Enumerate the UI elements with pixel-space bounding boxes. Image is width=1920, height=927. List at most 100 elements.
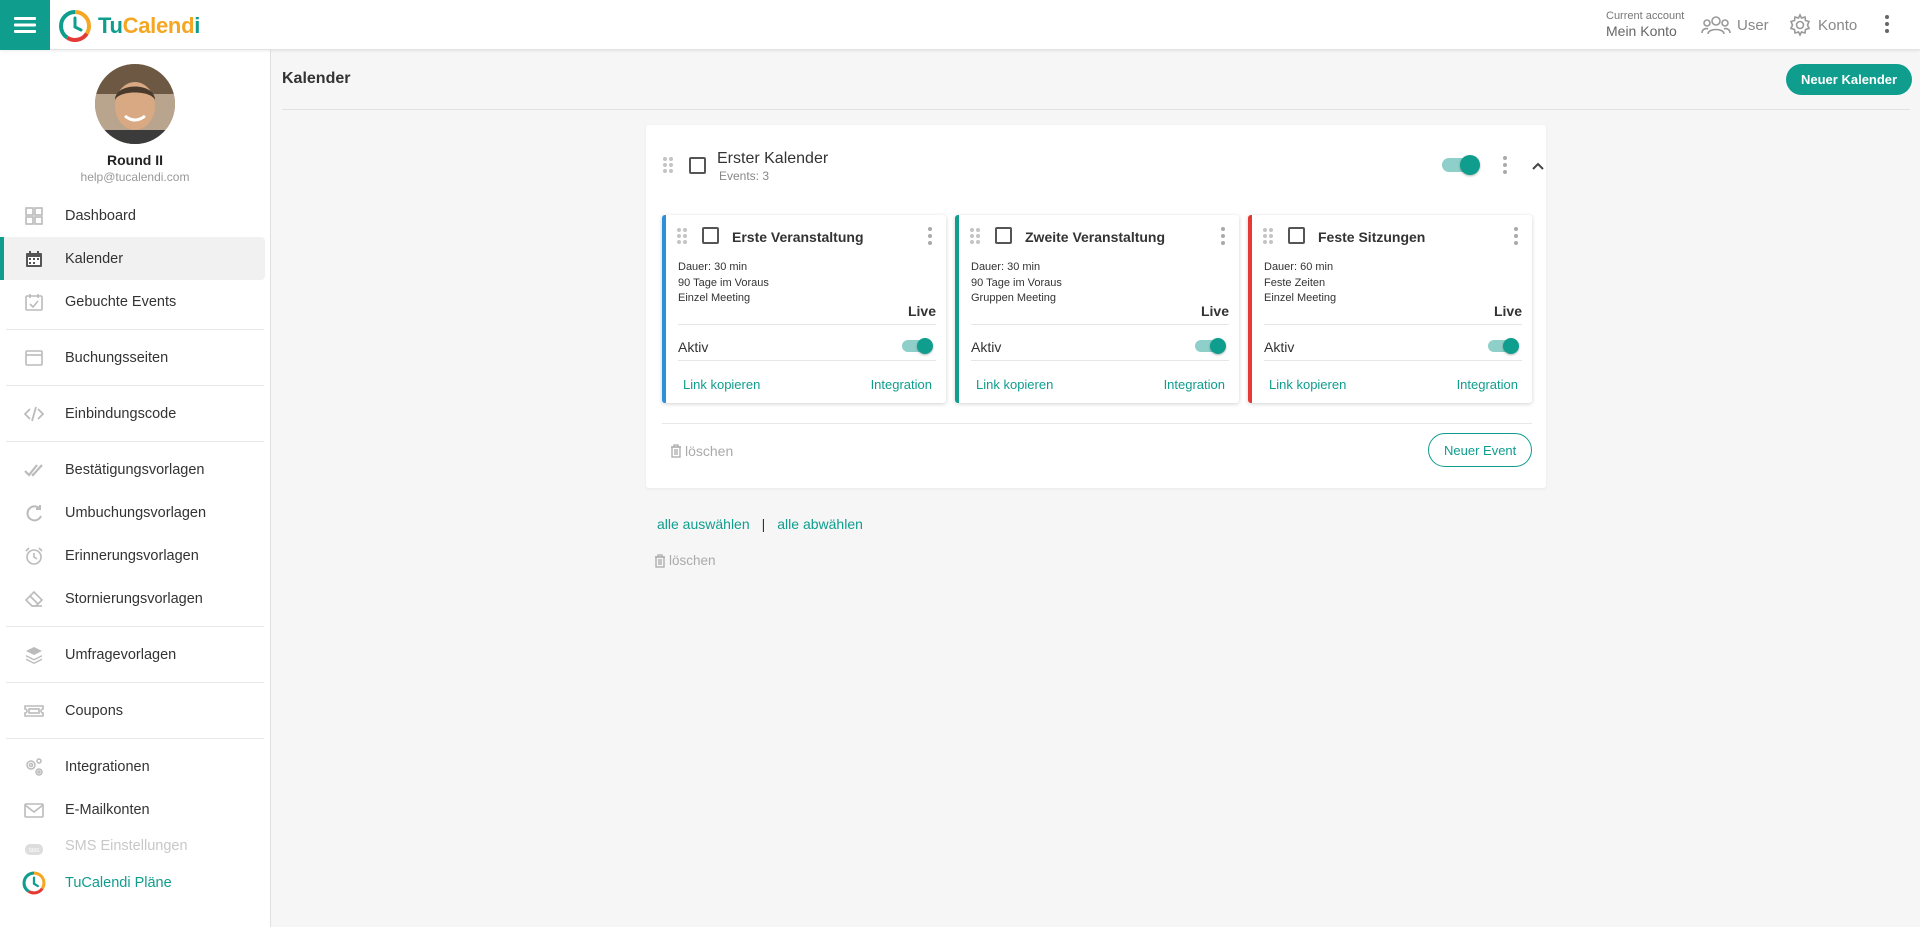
sidebar-item-e-mailkonten[interactable]: E-Mailkonten [0,788,270,831]
sidebar-item-dashboard[interactable]: Dashboard [0,194,270,237]
top-bar: TuCalendi Current account Mein Konto Use… [0,0,1920,50]
svg-text:SMS: SMS [29,848,41,854]
sidebar-item-erinnerungsvorlagen[interactable]: Erinnerungsvorlagen [0,534,270,577]
calendar-active-toggle[interactable] [1442,153,1482,177]
avatar[interactable] [95,64,175,144]
sidebar-divider [6,682,264,683]
event-select-checkbox[interactable] [995,227,1012,244]
sidebar: Round II help@tucalendi.com Dashboard Ka… [0,50,271,927]
copy-link-button[interactable]: Link kopieren [976,377,1053,392]
main-content: Kalender Neuer Kalender Erster Kalender … [272,50,1920,927]
event-booking-window: 90 Tage im Voraus [678,277,769,289]
sidebar-item-umfragevorlagen[interactable]: Umfragevorlagen [0,633,270,676]
mail-icon [24,803,44,818]
event-divider [1264,360,1522,361]
tucalendi-logo-icon [22,871,46,895]
user-menu-button[interactable]: User [1701,13,1769,37]
sms-icon: SMS [25,844,43,855]
alarm-icon [25,547,43,565]
event-title: Feste Sitzungen [1318,229,1426,245]
panel-divider [662,423,1532,424]
calendar-more-icon[interactable] [1502,155,1508,175]
bulk-delete-button[interactable]: löschen [654,553,716,568]
event-divider [971,360,1229,361]
code-icon [24,406,44,422]
calendar-delete-button[interactable]: löschen [670,443,733,459]
event-active-label: Aktiv [678,339,709,355]
event-select-checkbox[interactable] [702,227,719,244]
select-all-link[interactable]: alle auswählen [657,516,750,532]
drag-handle-icon[interactable] [969,227,981,245]
sidebar-item-label: Einbindungscode [65,405,177,422]
sidebar-item-label: Stornierungsvorlagen [65,590,203,607]
event-duration: Dauer: 30 min [678,261,748,273]
chevron-up-icon[interactable] [1531,159,1545,173]
new-calendar-button[interactable]: Neuer Kalender [1786,64,1913,95]
current-account-selector[interactable]: Current account Mein Konto [1606,11,1684,39]
sidebar-divider [6,441,264,442]
sidebar-item-label: Coupons [65,702,124,719]
integration-button[interactable]: Integration [1457,377,1518,392]
copy-link-button[interactable]: Link kopieren [1269,377,1346,392]
bulk-delete-label: löschen [669,553,716,568]
sidebar-divider [6,738,264,739]
current-account-name: Mein Konto [1606,23,1677,39]
event-card[interactable]: Feste Sitzungen Dauer: 60 min Feste Zeit… [1248,215,1532,403]
sidebar-item-einbindungscode[interactable]: Einbindungscode [0,392,270,435]
deselect-all-link[interactable]: alle abwählen [777,516,863,532]
sidebar-item-umbuchungsvorlagen[interactable]: Umbuchungsvorlagen [0,491,270,534]
event-more-icon[interactable] [1220,226,1226,246]
sidebar-item-bestaetigungsvorlagen[interactable]: Bestätigungsvorlagen [0,448,270,491]
logo-text: TuCalendi [98,13,201,38]
drag-handle-icon[interactable] [1262,227,1274,245]
event-duration: Dauer: 60 min [1264,261,1334,273]
sidebar-item-label: TuCalendi Pläne [65,874,172,891]
event-more-icon[interactable] [927,226,933,246]
integration-button[interactable]: Integration [871,377,932,392]
app-logo[interactable]: TuCalendi [58,9,200,43]
copy-link-button[interactable]: Link kopieren [683,377,760,392]
calendar-select-checkbox[interactable] [689,157,706,174]
more-options-button[interactable] [1884,14,1890,39]
sidebar-item-label: Umfragevorlagen [65,646,177,663]
gears-icon [26,758,43,776]
sidebar-item-coupons[interactable]: Coupons [0,689,270,732]
event-select-checkbox[interactable] [1288,227,1305,244]
sidebar-divider [6,385,264,386]
calendar-icon [26,251,42,267]
sidebar-item-gebuchte-events[interactable]: Gebuchte Events [0,280,270,323]
event-booking-window: 90 Tage im Voraus [971,277,1062,289]
event-active-toggle[interactable] [1195,335,1229,357]
event-card[interactable]: Erste Veranstaltung Dauer: 30 min 90 Tag… [662,215,946,403]
sidebar-item-tucalendi-plaene[interactable]: TuCalendi Pläne [0,861,270,904]
hamburger-menu-button[interactable] [0,0,50,50]
selection-controls: alle auswählen | alle abwählen [657,516,863,532]
event-more-icon[interactable] [1513,226,1519,246]
event-active-label: Aktiv [1264,339,1295,355]
more-vertical-icon [1885,15,1889,33]
title-divider [282,109,1910,110]
event-active-toggle[interactable] [902,335,936,357]
integration-button[interactable]: Integration [1164,377,1225,392]
sidebar-item-buchungsseiten[interactable]: Buchungsseiten [0,336,270,379]
sidebar-item-kalender[interactable]: Kalender [0,237,265,280]
event-card[interactable]: Zweite Veranstaltung Dauer: 30 min 90 Ta… [955,215,1239,403]
event-title: Zweite Veranstaltung [1025,229,1166,245]
tucalendi-logo-icon [59,10,91,42]
calendar-panel: Erster Kalender Events: 3 Erste Veransta… [646,125,1546,488]
sidebar-item-label: E-Mailkonten [65,801,150,818]
sidebar-item-integrationen[interactable]: Integrationen [0,745,270,788]
new-event-button[interactable]: Neuer Event [1428,433,1533,467]
calendar-events-count: Events: 3 [719,169,770,183]
event-duration: Dauer: 30 min [971,261,1041,273]
sidebar-item-stornierungsvorlagen[interactable]: Stornierungsvorlagen [0,577,270,620]
window-icon [25,350,43,366]
drag-handle-icon[interactable] [676,227,688,245]
event-active-toggle[interactable] [1488,335,1522,357]
dashboard-icon [25,207,43,225]
double-check-icon [24,464,43,477]
sidebar-item-label: Umbuchungsvorlagen [65,504,207,521]
konto-menu-button[interactable]: Konto [1788,13,1857,37]
drag-handle-icon[interactable] [662,156,674,174]
event-divider [1264,324,1522,325]
